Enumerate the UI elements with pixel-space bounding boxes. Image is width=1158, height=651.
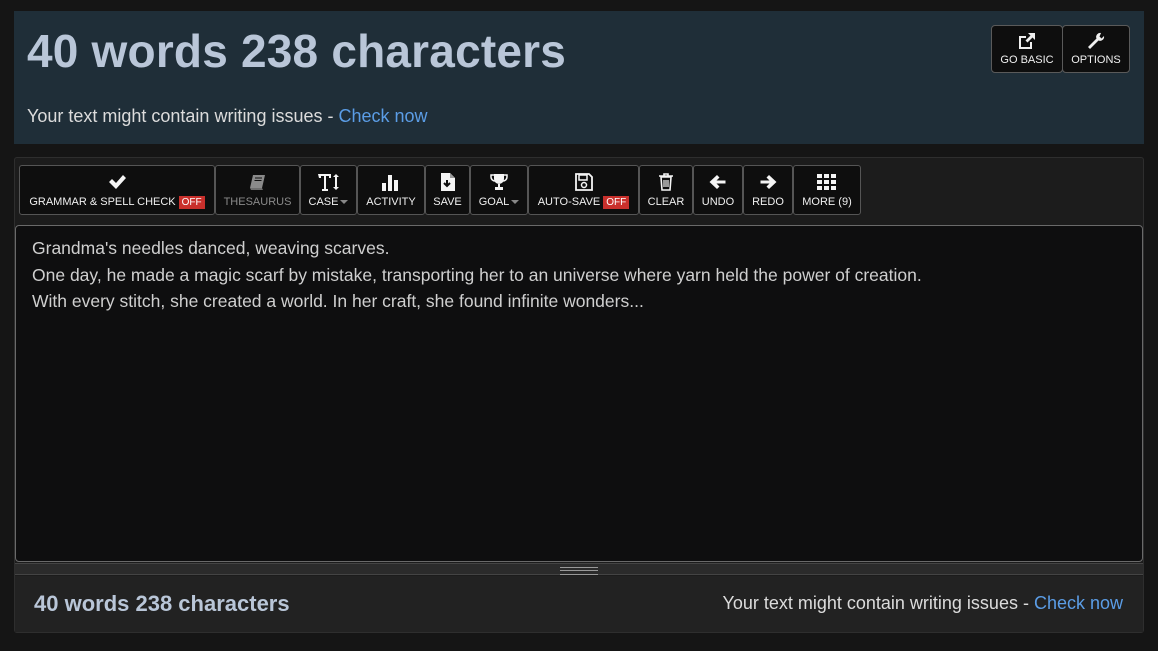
footer-word-count: 40 words 238 characters bbox=[34, 591, 290, 616]
stats-footer: 40 words 238 characters Your text might … bbox=[15, 576, 1143, 632]
case-button[interactable]: CASE bbox=[300, 165, 357, 215]
toolbar: GRAMMAR & SPELL CHECK OFF THESAURUS CASE … bbox=[19, 165, 861, 215]
writing-issues-notice: Your text might contain writing issues -… bbox=[27, 106, 428, 127]
check-icon bbox=[109, 174, 126, 189]
page-title: 40 words 238 characters bbox=[27, 25, 567, 77]
grammar-label: GRAMMAR & SPELL CHECK bbox=[29, 196, 176, 208]
activity-button[interactable]: ACTIVITY bbox=[357, 165, 425, 215]
clear-button[interactable]: CLEAR bbox=[639, 165, 693, 215]
grammar-spell-check-button[interactable]: GRAMMAR & SPELL CHECK OFF bbox=[19, 165, 215, 215]
stats-header: 40 words 238 characters Your text might … bbox=[14, 11, 1144, 144]
external-link-icon bbox=[1019, 33, 1035, 49]
file-download-icon bbox=[440, 173, 455, 191]
issues-text: Your text might contain writing issues - bbox=[27, 106, 339, 126]
save-label: SAVE bbox=[433, 196, 462, 208]
editor-line: With every stitch, she created a world. … bbox=[32, 291, 644, 311]
undo-button[interactable]: UNDO bbox=[693, 165, 743, 215]
options-button[interactable]: OPTIONS bbox=[1062, 25, 1130, 73]
go-basic-button[interactable]: GO BASIC bbox=[991, 25, 1063, 73]
auto-save-off-badge: OFF bbox=[603, 195, 630, 209]
book-icon bbox=[249, 174, 265, 190]
activity-label: ACTIVITY bbox=[366, 196, 416, 208]
text-case-icon bbox=[317, 174, 339, 191]
arrow-left-icon bbox=[709, 175, 726, 189]
undo-label: UNDO bbox=[701, 196, 735, 208]
grip-lines-icon bbox=[560, 567, 598, 575]
goal-caret-icon bbox=[511, 200, 520, 204]
options-label: OPTIONS bbox=[1071, 54, 1121, 66]
editor-panel: GRAMMAR & SPELL CHECK OFF THESAURUS CASE … bbox=[14, 157, 1144, 633]
thesaurus-button[interactable]: THESAURUS bbox=[215, 165, 300, 215]
auto-save-button[interactable]: AUTO-SAVE OFF bbox=[528, 165, 639, 215]
redo-button[interactable]: REDO bbox=[743, 165, 793, 215]
grammar-off-badge: OFF bbox=[178, 195, 205, 209]
bar-chart-icon bbox=[382, 175, 398, 191]
wrench-icon bbox=[1088, 32, 1105, 49]
redo-label: REDO bbox=[752, 196, 784, 208]
footer-issues-text: Your text might contain writing issues - bbox=[722, 593, 1034, 613]
footer-check-now-link[interactable]: Check now bbox=[1034, 593, 1123, 613]
check-now-link[interactable]: Check now bbox=[338, 106, 427, 126]
arrow-right-icon bbox=[760, 175, 777, 189]
save-button[interactable]: SAVE bbox=[425, 165, 470, 215]
editor-line: One day, he made a magic scarf by mistak… bbox=[32, 264, 922, 285]
goal-label: GOAL bbox=[478, 196, 510, 208]
case-caret-icon bbox=[340, 200, 349, 204]
footer-writing-issues-notice: Your text might contain writing issues -… bbox=[722, 593, 1123, 614]
text-editor[interactable]: Grandma's needles danced, weaving scarve… bbox=[15, 225, 1143, 562]
trash-icon bbox=[659, 173, 673, 191]
auto-save-label: AUTO-SAVE bbox=[537, 196, 601, 208]
case-label: CASE bbox=[308, 196, 339, 208]
more-label: MORE (9) bbox=[802, 196, 852, 208]
goal-button[interactable]: GOAL bbox=[470, 165, 528, 215]
editor-resize-handle[interactable] bbox=[15, 563, 1143, 575]
grid-icon bbox=[817, 174, 836, 190]
more-button[interactable]: MORE (9) bbox=[793, 165, 861, 215]
clear-label: CLEAR bbox=[647, 196, 685, 208]
go-basic-label: GO BASIC bbox=[1000, 54, 1054, 66]
editor-line: Grandma's needles danced, weaving scarve… bbox=[32, 238, 390, 258]
thesaurus-label: THESAURUS bbox=[223, 196, 292, 208]
floppy-icon bbox=[574, 172, 593, 191]
trophy-icon bbox=[490, 174, 508, 190]
